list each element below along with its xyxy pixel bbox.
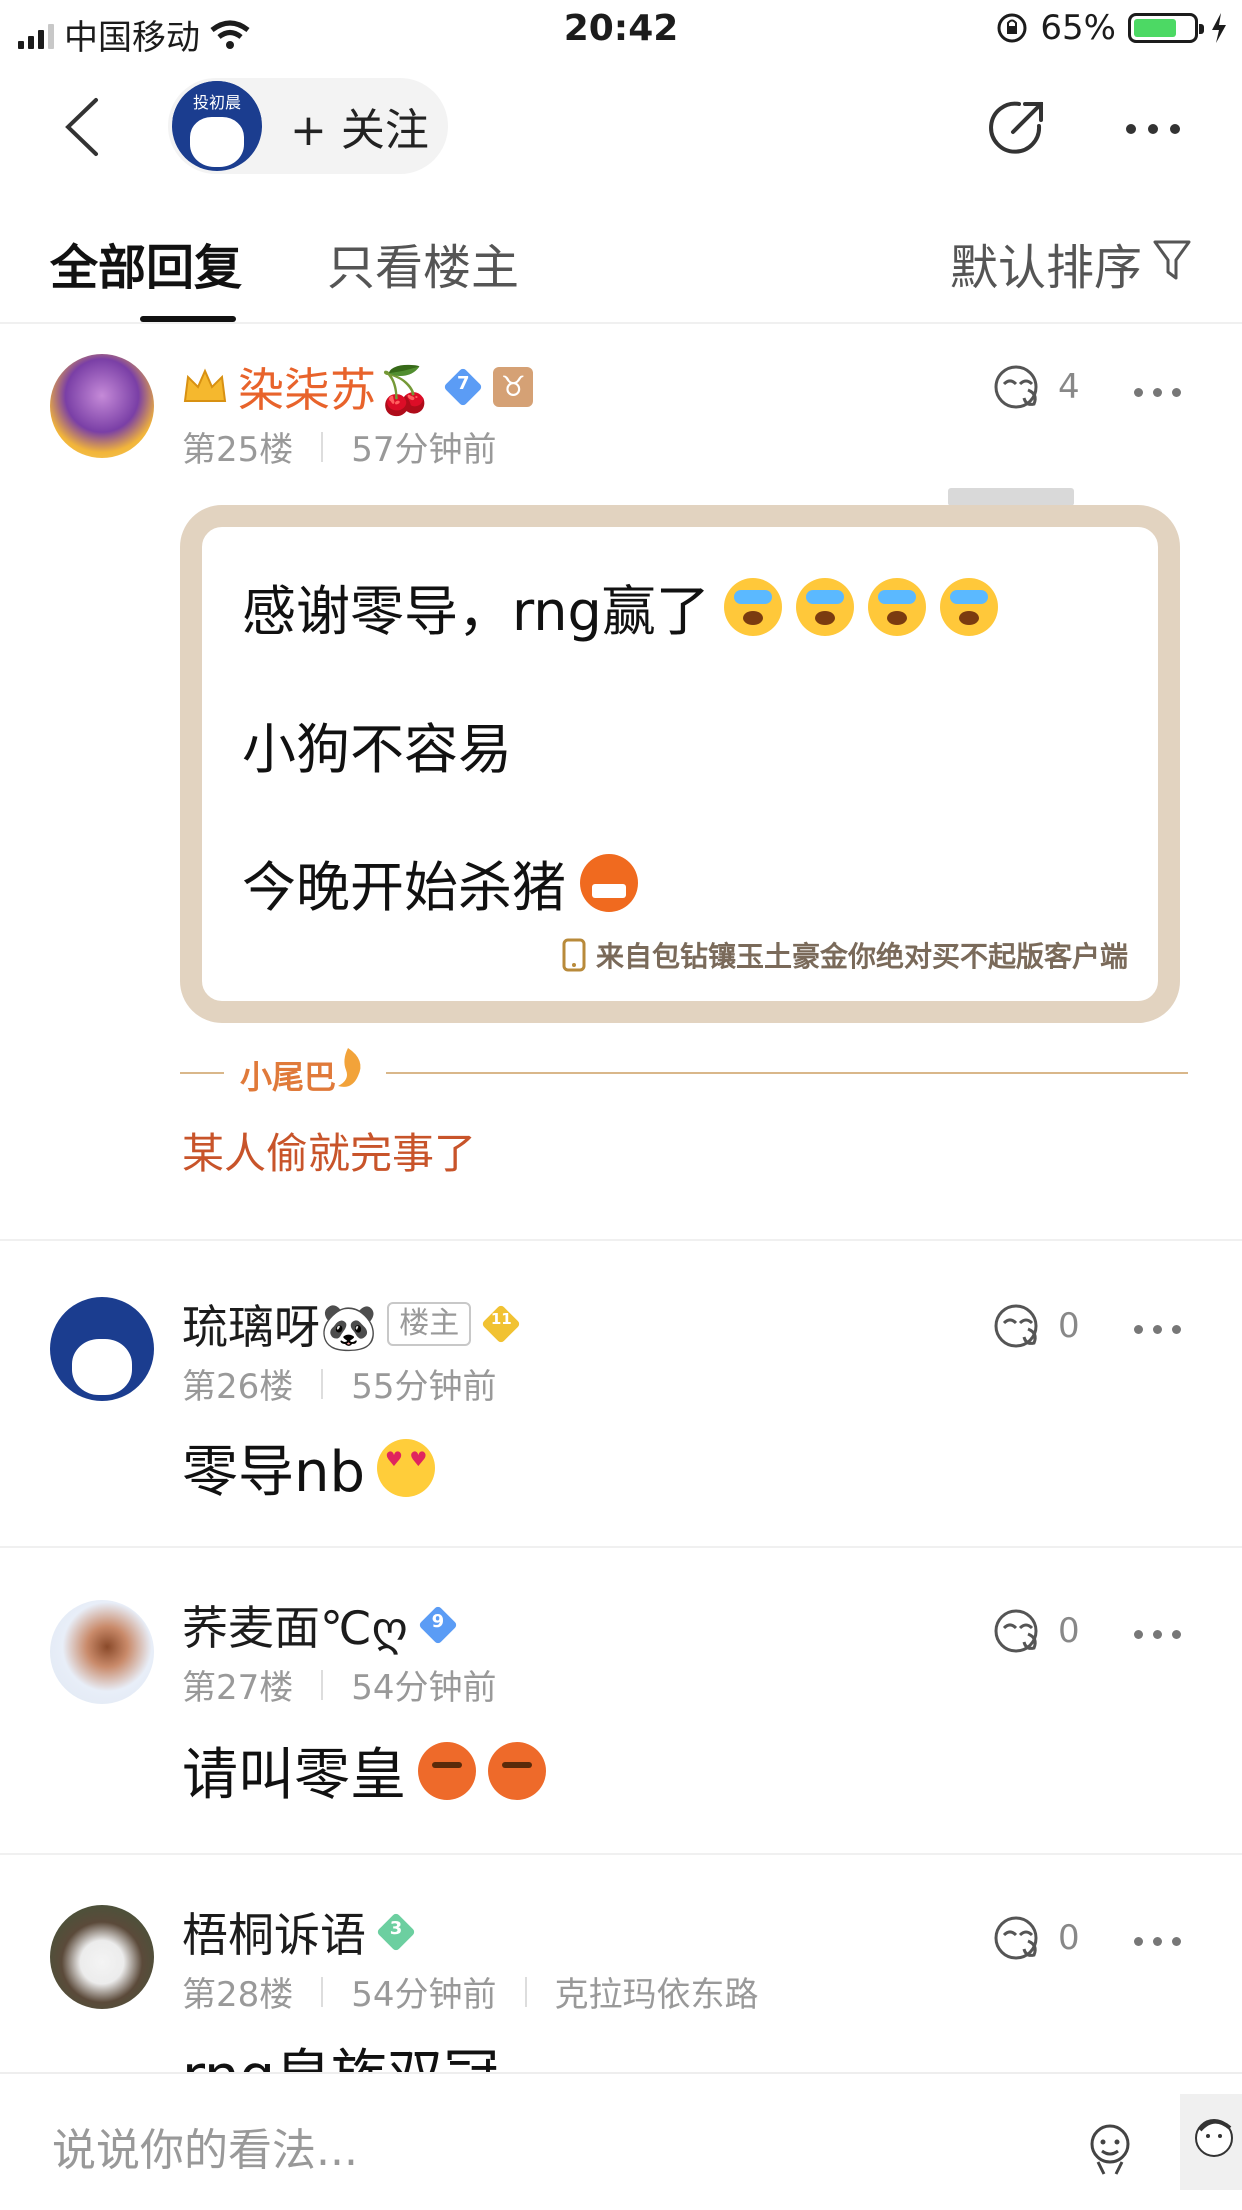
avatar[interactable] [50, 1297, 154, 1401]
crying-emoji-icon [939, 577, 998, 636]
sort-dropdown[interactable]: 默认排序 [950, 228, 1142, 298]
more-icon[interactable] [1126, 124, 1180, 134]
battery-percent: 65% [1040, 8, 1116, 48]
follow-label: + 关注 [290, 105, 429, 156]
reply-post: 梧桐诉语 3 第28楼 54分钟前 克拉玛依东路 0 rng皇族双冠 [0, 1855, 1242, 2072]
post-content: 请叫零皇 [182, 1743, 406, 1808]
like-count: 0 [1058, 1918, 1080, 1958]
post-location: 克拉玛依东路 [554, 1975, 759, 2015]
angry-emoji-icon [580, 853, 638, 912]
rotation-lock-icon [997, 13, 1027, 43]
sly-emoji-icon [418, 1741, 476, 1800]
charging-icon [1212, 13, 1226, 43]
content-line: 小狗不容易 [242, 718, 512, 781]
active-tab-indicator [140, 316, 236, 322]
reply-input-bar: 说说你的看法... [0, 2072, 1242, 2210]
post-content: 零导nb [182, 1440, 366, 1505]
thread-author-avatar: 投初晨 [172, 81, 262, 171]
crying-emoji-icon [867, 577, 926, 636]
bubble-decoration [948, 488, 1074, 506]
share-icon[interactable] [985, 96, 1049, 160]
back-icon[interactable] [56, 92, 126, 162]
taurus-icon: ♉ [493, 367, 534, 407]
sticker-icon[interactable] [1180, 2094, 1242, 2190]
content-line: 感谢零导，rng赢了 [242, 580, 710, 643]
phone-icon [562, 938, 586, 972]
reply-post: 荞麦面℃ღ 9 第27楼 54分钟前 0 请叫零皇 [0, 1548, 1242, 1855]
like-button[interactable]: 0 [990, 1913, 1080, 1963]
post-content: rng皇族双冠 [182, 2031, 499, 2072]
floor-number: 第28楼 [182, 1975, 294, 2015]
tab-op-only[interactable]: 只看楼主 [327, 228, 519, 298]
crying-emoji-icon [795, 577, 854, 636]
floor-number: 第26楼 [182, 1367, 294, 1407]
post-more-icon[interactable] [1134, 1937, 1181, 1946]
like-icon [994, 365, 1038, 409]
client-source: 来自包钻镶玉土豪金你绝对买不起版客户端 [595, 940, 1128, 973]
post-time: 57分钟前 [351, 430, 497, 470]
like-count: 0 [1058, 1306, 1080, 1346]
level-badge: 9 [418, 1605, 458, 1645]
post-time: 54分钟前 [351, 1975, 497, 2015]
follow-button[interactable]: 投初晨 + 关注 [168, 78, 448, 174]
username[interactable]: 荞麦面℃ღ [182, 1592, 408, 1658]
post-time: 55分钟前 [351, 1367, 497, 1407]
crown-icon [183, 368, 227, 402]
level-badge: 7 [443, 367, 484, 407]
post-more-icon[interactable] [1134, 1630, 1181, 1639]
level-badge: 11 [481, 1304, 522, 1344]
like-icon [994, 1916, 1038, 1960]
reply-tabs: 全部回复 只看楼主 默认排序 [0, 210, 1242, 324]
post-time: 54分钟前 [351, 1668, 497, 1708]
op-badge: 楼主 [387, 1302, 472, 1346]
sly-emoji-icon [488, 1741, 546, 1800]
post-bubble: 感谢零导，rng赢了 小狗不容易 今晚开始杀猪 来自包钻镶玉土豪金你绝对买不起版… [180, 505, 1180, 1023]
signature-divider: 小尾巴 [180, 1048, 1188, 1096]
like-button[interactable]: 4 [990, 362, 1080, 412]
crying-emoji-icon [723, 577, 782, 636]
username[interactable]: 梧桐诉语 [182, 1899, 366, 1965]
signature-text: 某人偷就完事了 [182, 1129, 477, 1178]
flame-icon [338, 1048, 361, 1087]
tab-all-replies[interactable]: 全部回复 [50, 228, 242, 298]
avatar[interactable] [50, 1905, 154, 2009]
like-icon [994, 1304, 1038, 1348]
status-bar: 中国移动 20:42 65% [0, 0, 1242, 62]
floor-number: 第25楼 [182, 430, 294, 470]
floor-number: 第27楼 [182, 1668, 294, 1708]
heart-eyes-emoji-icon [377, 1438, 436, 1497]
like-count: 0 [1058, 1611, 1080, 1651]
emoji-icon[interactable] [1084, 2120, 1136, 2176]
like-icon [994, 1609, 1038, 1653]
post-more-icon[interactable] [1134, 388, 1181, 397]
reply-post: 琉璃呀🐼 楼主 11 第26楼 55分钟前 0 零导nb [0, 1241, 1242, 1548]
like-button[interactable]: 0 [990, 1301, 1080, 1351]
level-badge: 3 [376, 1912, 416, 1952]
content-line: 今晚开始杀猪 [242, 856, 566, 919]
signature-label: 小尾巴 [240, 1058, 337, 1096]
avatar[interactable] [50, 354, 154, 458]
like-button[interactable]: 0 [990, 1606, 1080, 1656]
reply-input[interactable]: 说说你的看法... [52, 2114, 358, 2178]
battery-icon [1128, 13, 1204, 43]
avatar[interactable] [50, 1600, 154, 1704]
like-count: 4 [1058, 367, 1080, 407]
username[interactable]: 琉璃呀🐼 [182, 1291, 377, 1357]
post-more-icon[interactable] [1134, 1325, 1181, 1334]
username[interactable]: 染柒苏🍒 [238, 354, 433, 420]
filter-icon[interactable] [1152, 238, 1192, 282]
top-nav: 投初晨 + 关注 [0, 70, 1242, 185]
